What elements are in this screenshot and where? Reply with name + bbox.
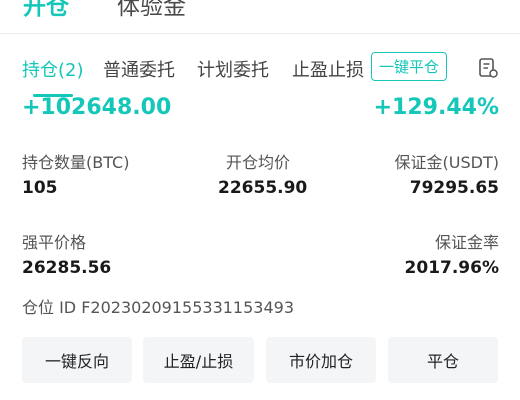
one-click-close-button[interactable]: 一键平仓 (371, 52, 447, 81)
quantity-label: 持仓数量(BTC) (22, 153, 130, 172)
margin-label: 保证金(USDT) (394, 153, 499, 172)
tab-positions[interactable]: 持仓(2) (22, 56, 84, 82)
unrealized-pnl: +102648.00 (22, 95, 172, 120)
tab-trial-fund[interactable]: 体验金 (117, 0, 186, 21)
reverse-position-button[interactable]: 一键反向 (22, 337, 132, 383)
close-position-button[interactable]: 平仓 (388, 337, 498, 383)
market-add-button[interactable]: 市价加仓 (266, 337, 376, 383)
tab-open-position[interactable]: 开仓 (23, 0, 69, 21)
pnl-rate: +129.44% (373, 95, 499, 120)
liquidation-price-value: 26285.56 (22, 258, 112, 278)
avg-price-value: 22655.90 (218, 178, 308, 198)
divider (0, 33, 520, 34)
margin-rate-label: 保证金率 (434, 233, 499, 252)
tp-sl-button[interactable]: 止盈/止损 (143, 337, 254, 383)
position-id: 仓位 ID F20230209155331153493 (22, 298, 295, 317)
tab-tp-sl[interactable]: 止盈止损 (292, 56, 366, 82)
tab-normal-orders[interactable]: 普通委托 (103, 56, 175, 82)
margin-value: 79295.65 (409, 178, 499, 198)
margin-rate-value: 2017.96% (404, 258, 499, 278)
liquidation-price-label: 强平价格 (22, 233, 87, 252)
avg-price-label: 开仓均价 (226, 153, 291, 172)
tab-plan-orders[interactable]: 计划委托 (197, 56, 269, 82)
document-list-icon[interactable] (477, 57, 499, 79)
quantity-value: 105 (22, 178, 58, 198)
